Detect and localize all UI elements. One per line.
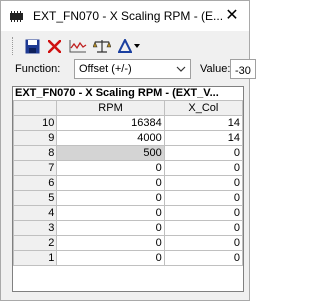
row-header[interactable]: 6 [13,175,58,191]
grid-body: 10 16384 14 9 4000 14 8 500 0 7 0 0 6 0 0 5 0 0 4 0 0 3 0 0 2 0 0 1… [13,115,243,266]
table-row: 600 [13,175,243,191]
row-header[interactable]: 1 [13,250,58,266]
row-header[interactable]: 2 [13,235,58,251]
function-select[interactable]: Offset (+/-) [74,59,191,79]
xcol-cell[interactable]: 0 [163,160,243,176]
table-row: 8 500 0 [13,145,243,161]
table-row: 200 [13,235,243,251]
editor-window: EXT_FN070 - X Scaling RPM - (E... ✕ Func… [0,0,256,301]
chip-icon [10,11,23,22]
table-row: 10 16384 14 [13,115,243,131]
window-title: EXT_FN070 - X Scaling RPM - (E... [33,9,224,23]
delta-dropdown-button[interactable] [116,36,142,56]
function-select-value: Offset (+/-) [79,63,132,75]
rpm-cell[interactable]: 0 [56,235,165,251]
xcol-cell[interactable]: 14 [163,115,243,131]
balance-scale-icon [93,39,111,53]
column-header-rpm[interactable]: RPM [56,100,165,116]
xcol-cell[interactable]: 14 [163,130,243,146]
row-header[interactable]: 8 [13,145,58,161]
xcol-cell[interactable]: 0 [163,235,243,251]
row-header[interactable]: 9 [13,130,58,146]
delta-icon [118,39,132,53]
rpm-cell[interactable]: 0 [56,160,165,176]
column-header-xcol[interactable]: X_Col [163,100,243,116]
data-grid: RPM X_Col 10 16384 14 9 4000 14 8 500 0 7 0 0 6 0 0 5 0 0… [13,100,243,266]
xcol-cell[interactable]: 0 [163,205,243,221]
xcol-cell[interactable]: 0 [163,175,243,191]
function-row: Function: Offset (+/-) Value: [12,59,256,81]
graph-icon [69,40,87,53]
row-header[interactable]: 10 [13,115,58,131]
close-window-button[interactable]: ✕ [215,1,249,31]
balance-button[interactable] [92,36,112,56]
save-button[interactable] [22,36,42,56]
table-row: 400 [13,205,243,221]
row-header[interactable]: 4 [13,205,58,221]
rpm-cell[interactable]: 4000 [56,130,165,146]
value-input[interactable] [230,59,256,79]
delete-button[interactable] [44,36,64,56]
table-row: 9 4000 14 [13,130,243,146]
chevron-down-icon [134,44,140,48]
toolbar [12,35,242,57]
table-row: 700 [13,160,243,176]
table-row: 100 [13,250,243,266]
row-header[interactable]: 5 [13,190,58,206]
table-panel: EXT_FN070 - X Scaling RPM - (EXT_V... RP… [12,86,244,292]
xcol-cell[interactable]: 0 [163,220,243,236]
function-label: Function: [15,63,61,75]
xcol-cell[interactable]: 0 [163,190,243,206]
chevron-down-icon [176,66,186,72]
graph-button[interactable] [68,36,88,56]
grid-corner [13,100,58,116]
rpm-cell[interactable]: 0 [56,250,165,266]
table-row: 300 [13,220,243,236]
rpm-cell[interactable]: 0 [56,205,165,221]
row-header[interactable]: 7 [13,160,58,176]
table-title: EXT_FN070 - X Scaling RPM - (EXT_V... [15,87,219,99]
xcol-cell[interactable]: 0 [163,145,243,161]
rpm-cell[interactable]: 0 [56,175,165,191]
title-bar[interactable]: EXT_FN070 - X Scaling RPM - (E... ✕ [1,1,249,31]
table-row: 500 [13,190,243,206]
xcol-cell[interactable]: 0 [163,250,243,266]
rpm-cell[interactable]: 0 [56,190,165,206]
toolbar-grip[interactable] [12,37,17,55]
rpm-cell[interactable]: 500 [56,145,165,161]
rpm-cell[interactable]: 16384 [56,115,165,131]
delete-icon [47,39,61,53]
row-header[interactable]: 3 [13,220,58,236]
rpm-cell[interactable]: 0 [56,220,165,236]
save-icon [25,39,39,53]
value-label: Value: [200,63,231,75]
